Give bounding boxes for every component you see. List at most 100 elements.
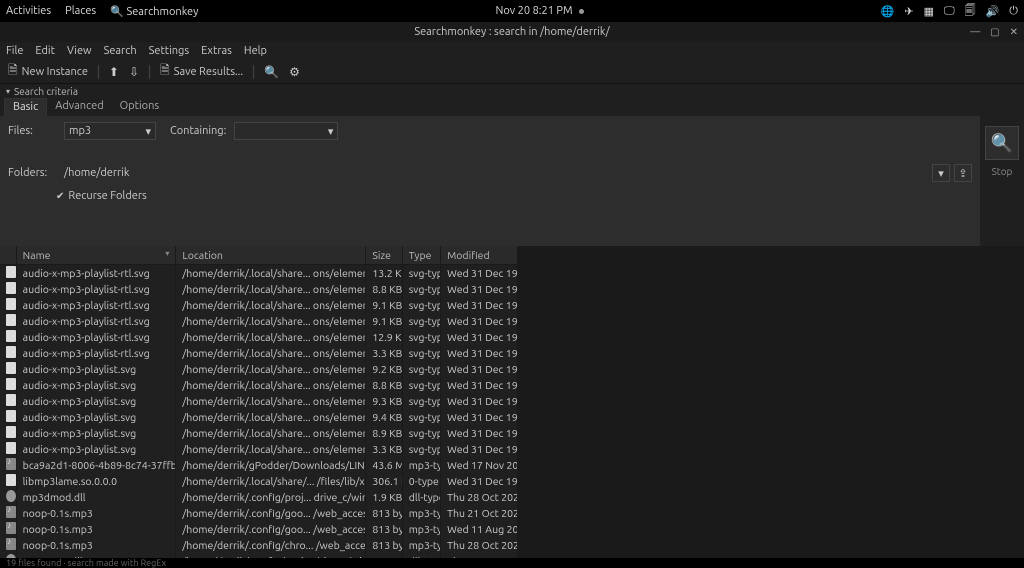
- cell-name: audio-x-mp3-playlist-rtl.svg: [16, 281, 176, 297]
- file-icon: [6, 426, 16, 438]
- file-icon: [6, 362, 16, 374]
- cell-size: 813 bytes: [366, 521, 402, 537]
- recurse-checkbox[interactable]: ✔ Recurse Folders: [8, 190, 972, 202]
- criteria-tabs: BasicAdvancedOptions: [0, 98, 1024, 116]
- table-row[interactable]: noop-0.1s.mp3/home/derrik/.config/chro..…: [0, 537, 518, 553]
- table-row[interactable]: audio-x-mp3-playlist-rtl.svg/home/derrik…: [0, 329, 518, 345]
- table-row[interactable]: audio-x-mp3-playlist.svg/home/derrik/.lo…: [0, 425, 518, 441]
- cell-location: /home/derrik/.local/share/... /files/lib…: [176, 473, 366, 489]
- window-titlebar[interactable]: Searchmonkey : search in /home/derrik/ —…: [0, 22, 1024, 42]
- window-minimize-button[interactable]: —: [970, 26, 980, 38]
- cell-modified: Wed 31 Dec 1969 07: [441, 473, 518, 489]
- cell-size: 8.9 KB: [366, 425, 402, 441]
- files-label: Files:: [8, 125, 56, 137]
- table-row[interactable]: audio-x-mp3-playlist.svg/home/derrik/.lo…: [0, 393, 518, 409]
- cell-modified: Wed 31 Dec 1969 07: [441, 281, 518, 297]
- cell-location: /home/derrik/.config/goo... /web_accessi…: [176, 505, 366, 521]
- cell-type: svg-type: [402, 281, 440, 297]
- cell-name: audio-x-mp3-playlist-rtl.svg: [16, 297, 176, 313]
- table-row[interactable]: libmp3lame.so.0.0.0/home/derrik/.local/s…: [0, 473, 518, 489]
- app-menu[interactable]: 🔍 Searchmonkey: [110, 5, 198, 18]
- cell-type: svg-type: [402, 377, 440, 393]
- menu-edit[interactable]: Edit: [35, 45, 55, 57]
- recurse-label: Recurse Folders: [68, 190, 146, 202]
- tray-icon-5[interactable]: 🔊: [986, 5, 1000, 18]
- tray-icon-4[interactable]: 🗐: [965, 2, 976, 21]
- menu-extras[interactable]: Extras: [201, 45, 232, 57]
- table-row[interactable]: audio-x-mp3-playlist-rtl.svg/home/derrik…: [0, 297, 518, 313]
- menu-settings[interactable]: Settings: [149, 45, 190, 57]
- table-row[interactable]: audio-x-mp3-playlist.svg/home/derrik/.lo…: [0, 441, 518, 457]
- table-row[interactable]: audio-x-mp3-playlist.svg/home/derrik/.lo…: [0, 377, 518, 393]
- cell-location: /home/derrik/.local/share... ons/element…: [176, 265, 366, 282]
- new-instance-button[interactable]: 🗎 New Instance: [8, 61, 88, 82]
- table-row[interactable]: noop-0.1s.mp3/home/derrik/.config/goo...…: [0, 505, 518, 521]
- col-size[interactable]: Size: [366, 246, 402, 265]
- search-criteria-header[interactable]: ▾ Search criteria: [0, 84, 1024, 98]
- cell-size: 9.1 KB: [366, 297, 402, 313]
- tray-icon-1[interactable]: ✈: [904, 5, 913, 18]
- table-row[interactable]: audio-x-mp3-playlist-rtl.svg/home/derrik…: [0, 265, 518, 282]
- import-icon[interactable]: ⬆: [109, 65, 119, 79]
- places-menu[interactable]: Places: [65, 5, 96, 17]
- folders-input[interactable]: /home/derrik: [64, 167, 924, 179]
- col-location[interactable]: Location: [176, 246, 366, 265]
- tray-icon-6[interactable]: ⏻: [1009, 5, 1018, 18]
- cell-modified: Wed 31 Dec 1969 07: [441, 313, 518, 329]
- window-maximize-button[interactable]: ▢: [990, 26, 999, 38]
- tray-icon-0[interactable]: 🌐: [881, 5, 895, 18]
- folder-history-button[interactable]: ▾: [932, 164, 950, 182]
- cell-type: svg-type: [402, 329, 440, 345]
- tray-icon-2[interactable]: ▦: [924, 5, 934, 18]
- menu-file[interactable]: File: [6, 45, 23, 57]
- table-row[interactable]: bca9a2d1-8006-4b89-8c74-37ffbc17c082.mp3…: [0, 457, 518, 473]
- cell-modified: Thu 28 Oct 2021 09:0: [441, 553, 518, 558]
- tab-options[interactable]: Options: [112, 98, 167, 116]
- toolbar: 🗎 New Instance ⬆ ⇩ 🗎 Save Results... 🔍 ⚙: [0, 60, 1024, 84]
- table-row[interactable]: audio-x-mp3-playlist-rtl.svg/home/derrik…: [0, 345, 518, 361]
- run-search-button[interactable]: 🔍: [985, 126, 1019, 160]
- cell-modified: Wed 17 Nov 2021 01: [441, 457, 518, 473]
- gnome-topbar: Activities Places 🔍 Searchmonkey Nov 20 …: [0, 0, 1024, 22]
- col-modified[interactable]: Modified: [441, 246, 518, 265]
- cell-type: dll-type: [402, 553, 440, 558]
- tray-icon-3[interactable]: 🖵: [944, 5, 955, 18]
- cell-name: audio-x-mp3-playlist-rtl.svg: [16, 329, 176, 345]
- cell-name: audio-x-mp3-playlist.svg: [16, 393, 176, 409]
- table-row[interactable]: audio-x-mp3-playlist-rtl.svg/home/derrik…: [0, 313, 518, 329]
- search-icon[interactable]: 🔍: [264, 65, 279, 79]
- stop-button[interactable]: Stop: [992, 166, 1013, 177]
- tab-basic[interactable]: Basic: [4, 98, 47, 116]
- tab-advanced[interactable]: Advanced: [47, 98, 111, 116]
- table-row[interactable]: mp3dmod.dll/home/derrik/.config/proj... …: [0, 489, 518, 505]
- table-row[interactable]: noop-0.1s.mp3/home/derrik/.config/goo...…: [0, 521, 518, 537]
- save-results-button[interactable]: 🗎 Save Results...: [160, 61, 243, 82]
- cell-modified: Wed 31 Dec 1969 07: [441, 329, 518, 345]
- cell-size: 3.3 KB: [366, 345, 402, 361]
- files-combo[interactable]: mp3 ▾: [64, 122, 156, 140]
- table-row[interactable]: audio-x-mp3-playlist.svg/home/derrik/.lo…: [0, 361, 518, 377]
- settings-icon[interactable]: ⚙: [289, 65, 300, 79]
- file-icon: [6, 394, 16, 406]
- col-type[interactable]: Type: [402, 246, 440, 265]
- cell-location: /home/derrik/.local/share... ons/element…: [176, 361, 366, 377]
- containing-combo[interactable]: ▾: [234, 122, 338, 140]
- cell-size: 9.2 KB: [366, 361, 402, 377]
- activities-button[interactable]: Activities: [6, 5, 51, 17]
- cell-name: noop-0.1s.mp3: [16, 537, 176, 553]
- table-row[interactable]: audio-x-mp3-playlist.svg/home/derrik/.lo…: [0, 409, 518, 425]
- export-icon[interactable]: ⇩: [129, 65, 139, 79]
- window-close-button[interactable]: ✕: [1010, 26, 1018, 38]
- results-table[interactable]: Name▾ Location Size Type Modified audio-…: [0, 246, 518, 558]
- cell-location: /home/derrik/gPodder/Downloads/LINUX Unp…: [176, 457, 366, 473]
- menu-search[interactable]: Search: [104, 45, 137, 57]
- table-row[interactable]: audio-x-mp3-playlist-rtl.svg/home/derrik…: [0, 281, 518, 297]
- menu-help[interactable]: Help: [244, 45, 267, 57]
- folder-browse-button[interactable]: ⇪: [954, 164, 972, 182]
- clock[interactable]: Nov 20 8:21 PM: [198, 5, 880, 17]
- magnify-icon: 🔍: [991, 133, 1013, 154]
- system-tray[interactable]: 🌐 ✈ ▦ 🖵 🗐 🔊 ⏻: [881, 2, 1018, 21]
- cell-name: audio-x-mp3-playlist-rtl.svg: [16, 265, 176, 282]
- menu-view[interactable]: View: [67, 45, 92, 57]
- col-name[interactable]: Name▾: [16, 246, 176, 265]
